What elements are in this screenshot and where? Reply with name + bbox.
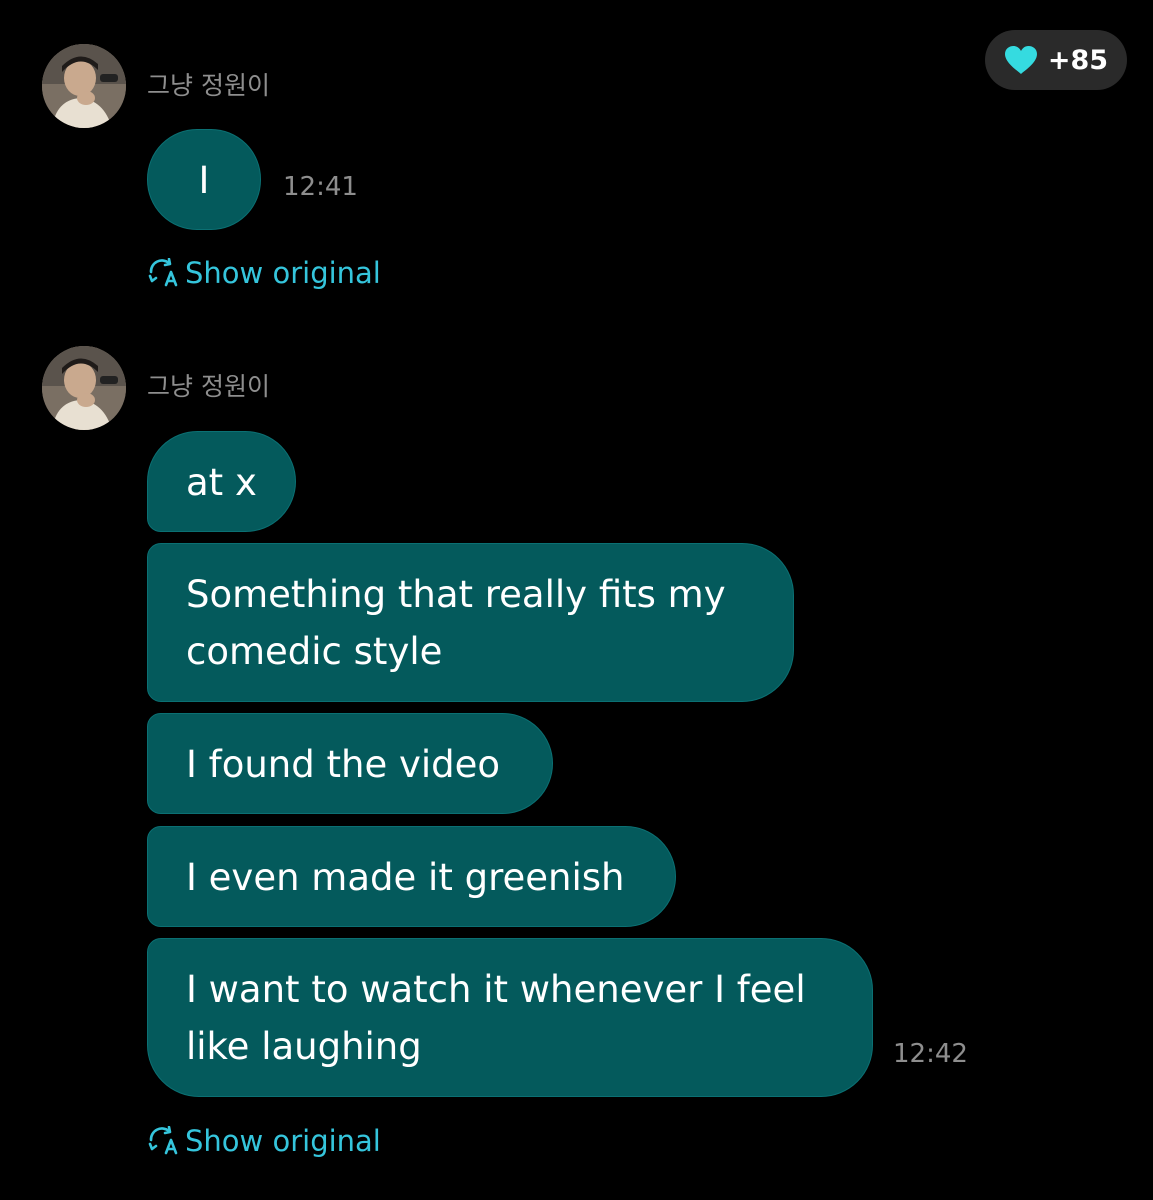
show-original-button[interactable]: Show original [147,1123,381,1159]
message-text: I want to watch it whenever I feel like … [186,968,806,1068]
message-text: Something that really fits my comedic st… [186,573,726,673]
avatar[interactable] [42,346,126,430]
message-time: 12:42 [893,1039,968,1069]
message-text: I even made it greenish [186,856,625,899]
sender-name: 그냥 정원이 [147,372,270,401]
translate-icon [147,1125,179,1156]
message-bubble[interactable]: at x [147,431,296,532]
message-bubble[interactable]: I [147,129,261,230]
likes-count: +85 [1047,44,1109,76]
message-text: I [198,159,210,202]
show-original-button[interactable]: Show original [147,255,381,291]
sender-name: 그냥 정원이 [147,71,270,100]
message-text: I found the video [186,743,501,786]
heart-icon [1004,45,1038,75]
show-original-label: Show original [185,256,381,290]
message-text: at x [186,461,257,504]
message-time: 12:41 [283,172,358,202]
likes-badge[interactable]: +85 [985,30,1127,90]
message-bubble[interactable]: I even made it greenish [147,826,676,927]
chat-screen: { "badge": { "label": "+85", "icon": "he… [0,0,1153,1200]
message-bubble[interactable]: I found the video [147,713,553,814]
avatar[interactable] [42,44,126,128]
translate-icon [147,257,179,288]
message-bubble[interactable]: I want to watch it whenever I feel like … [147,938,873,1097]
message-bubble[interactable]: Something that really fits my comedic st… [147,543,794,702]
show-original-label: Show original [185,1124,381,1158]
